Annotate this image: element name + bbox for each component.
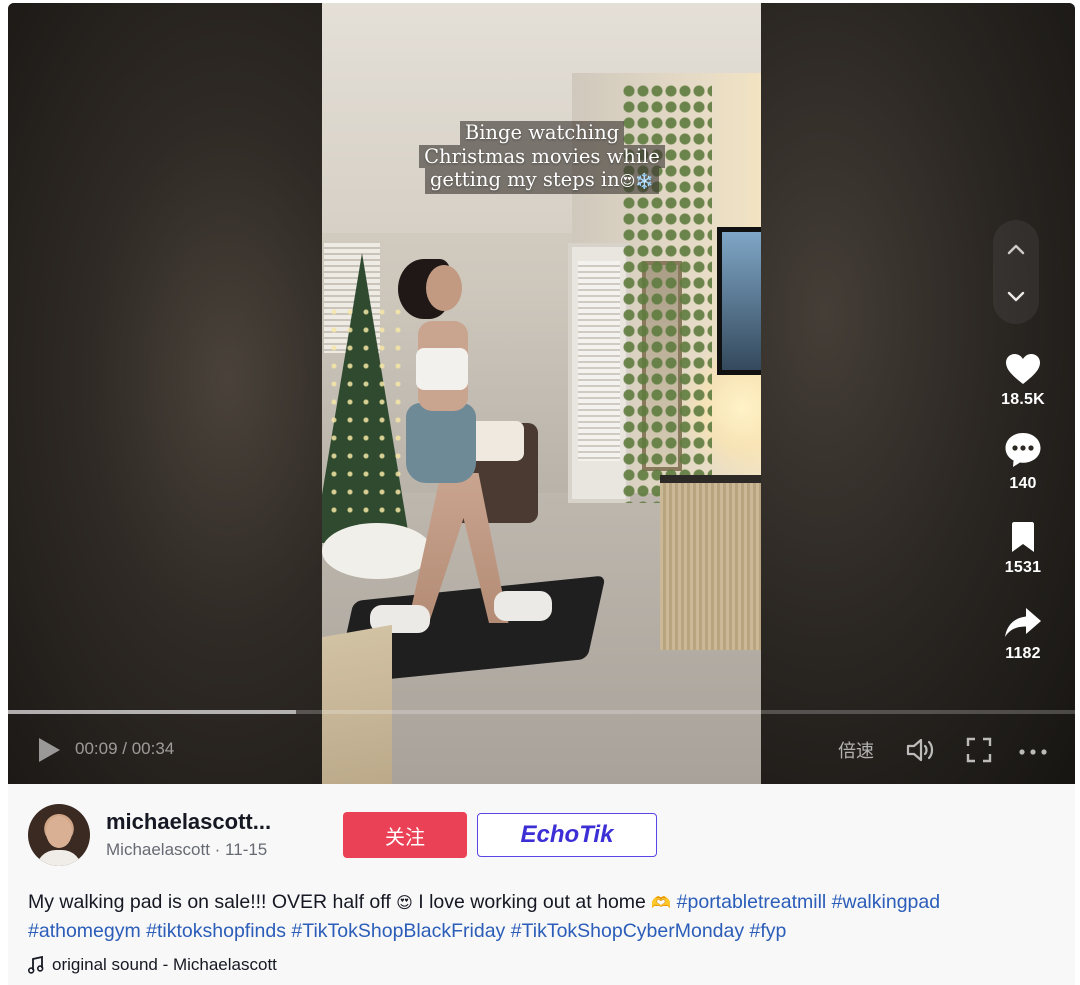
echotik-label: EchoTik <box>520 821 614 848</box>
hashtag-link[interactable]: #portabletreatmill <box>677 891 827 913</box>
more-options-button[interactable] <box>1018 744 1048 755</box>
video-player[interactable]: Binge watching Christmas movies while ge… <box>8 3 1075 784</box>
hashtag-link[interactable]: #athomegym <box>28 920 141 942</box>
share-icon <box>1005 608 1041 637</box>
hashtag-link[interactable]: #TikTokShopBlackFriday <box>291 920 505 942</box>
share-count: 1182 <box>1005 645 1041 662</box>
hashtag-link[interactable]: #tiktokshopfinds <box>146 920 286 942</box>
save-count: 1531 <box>1004 559 1042 576</box>
share-button[interactable]: 1182 <box>990 607 1056 663</box>
author-meta: Michaelascott · 11-15 <box>106 840 268 859</box>
play-icon <box>39 738 60 762</box>
hashtag-link[interactable]: #walkingpad <box>832 891 940 913</box>
music-label: original sound - Michaelascott <box>52 955 277 974</box>
music-link[interactable]: original sound - Michaelascott <box>28 955 277 975</box>
video-description: My walking pad is on sale!!! OVER half o… <box>28 891 941 942</box>
fullscreen-icon <box>966 737 992 763</box>
video-caption-overlay: Binge watching Christmas movies while ge… <box>416 121 668 194</box>
chevron-down-icon <box>1007 291 1025 302</box>
author-username[interactable]: michaelascott... <box>106 809 278 835</box>
bookmark-icon <box>1012 522 1034 552</box>
music-note-icon <box>28 956 44 974</box>
save-button[interactable]: 1531 <box>990 521 1056 577</box>
follow-button[interactable]: 关注 <box>343 812 467 858</box>
video-nav-pill <box>993 220 1039 324</box>
heart-icon <box>1006 354 1040 384</box>
echotik-button[interactable]: EchoTik <box>477 813 657 857</box>
next-video-button[interactable] <box>993 277 1039 317</box>
more-icon <box>1019 749 1047 755</box>
playback-speed-button[interactable]: 倍速 <box>838 737 874 763</box>
video-frame[interactable]: Binge watching Christmas movies while ge… <box>322 3 761 784</box>
chevron-up-icon <box>1007 244 1025 255</box>
video-info-panel: michaelascott... Michaelascott · 11-15 关… <box>8 784 1075 985</box>
caption-line-3: getting my steps in😍❄️ <box>424 168 660 194</box>
volume-button[interactable] <box>905 736 937 764</box>
comment-count: 140 <box>1009 475 1037 492</box>
player-controls: 00:09 / 00:34 倍速 <box>8 714 1075 784</box>
caption-line-1: Binge watching <box>459 121 625 145</box>
caption-line-2: Christmas movies while <box>419 144 665 168</box>
comment-icon <box>1005 433 1041 467</box>
volume-icon <box>906 738 934 762</box>
avatar[interactable] <box>28 804 90 866</box>
blurred-backdrop-left <box>8 3 322 784</box>
like-button[interactable]: 18.5K <box>990 353 1056 409</box>
play-button[interactable] <box>36 736 64 764</box>
playback-time: 00:09 / 00:34 <box>75 739 175 758</box>
fullscreen-button[interactable] <box>965 736 993 764</box>
caption-emoji: 😍❄️ <box>619 172 655 190</box>
hashtag-link[interactable]: #TikTokShopCyberMonday <box>511 920 744 942</box>
hashtag-link[interactable]: #fyp <box>750 920 787 942</box>
like-count: 18.5K <box>1001 391 1045 408</box>
previous-video-button[interactable] <box>993 229 1039 269</box>
comment-button[interactable]: 140 <box>990 431 1056 493</box>
